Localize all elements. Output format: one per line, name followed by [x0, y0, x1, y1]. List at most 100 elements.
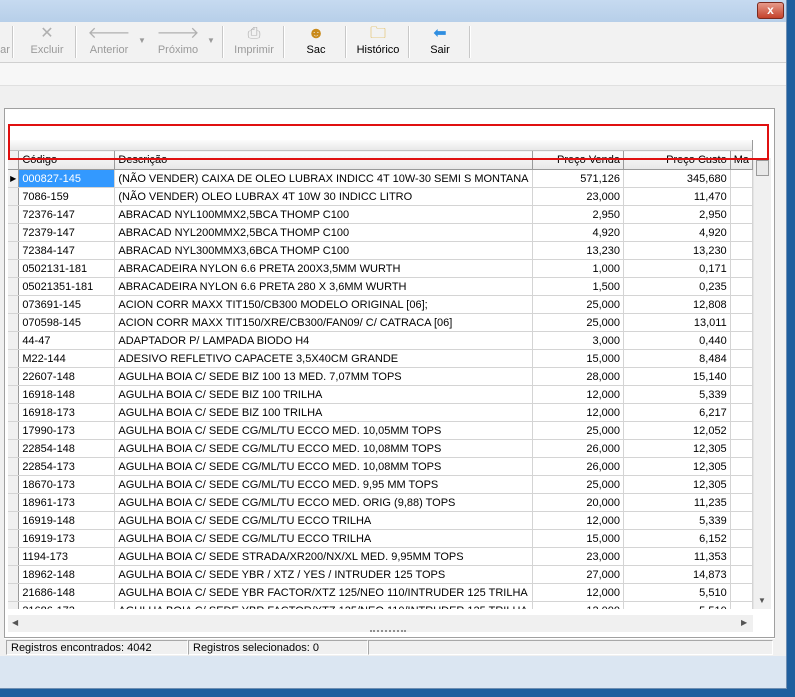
cell-codigo[interactable]: 18670-173 — [18, 475, 116, 494]
cell-preco-venda[interactable]: 26,000 — [532, 439, 625, 458]
proximo-button[interactable]: 🡒 Próximo — [152, 24, 204, 60]
cell-preco-custo[interactable]: 13,230 — [623, 241, 731, 260]
cell-descricao[interactable]: AGULHA BOIA C/ SEDE CG/ML/TU ECCO MED. O… — [114, 493, 533, 512]
cell-descricao[interactable]: AGULHA BOIA C/ SEDE BIZ 100 TRILHA — [114, 403, 533, 422]
cell-preco-venda[interactable]: 1,000 — [532, 259, 625, 278]
cell-preco-venda[interactable]: 12,000 — [532, 385, 625, 404]
table-row[interactable]: 18670-173 AGULHA BOIA C/ SEDE CG/ML/TU EC… — [8, 475, 753, 494]
cell-descricao[interactable]: ABRACADEIRA NYLON 6.6 PRETA 200X3,5MM WU… — [114, 259, 533, 278]
table-row[interactable]: ▶ 000827-145 (NÃO VENDER) CAIXA DE OLEO LU… — [8, 169, 753, 188]
cell-descricao[interactable]: AGULHA BOIA C/ SEDE CG/ML/TU ECCO MED. 1… — [114, 439, 533, 458]
cell-codigo[interactable]: 21686-148 — [18, 583, 116, 602]
cell-preco-custo[interactable]: 0,440 — [623, 331, 731, 350]
cell-descricao[interactable]: AGULHA BOIA C/ SEDE CG/ML/TU ECCO MED. 1… — [114, 457, 533, 476]
cell-descricao[interactable]: ACION CORR MAXX TIT150/XRE/CB300/FAN09/ … — [114, 313, 533, 332]
vertical-scrollbar[interactable]: ▼ — [753, 158, 771, 609]
cell-descricao[interactable]: AGULHA BOIA C/ SEDE YBR / XTZ / YES / IN… — [114, 565, 533, 584]
cell-codigo[interactable]: 0502131-181 — [18, 259, 116, 278]
imprimir-button[interactable]: ⎙ Imprimir — [230, 24, 278, 60]
cell-codigo[interactable]: 1194-173 — [18, 547, 116, 566]
cell-codigo[interactable]: 22854-148 — [18, 439, 116, 458]
cell-descricao[interactable]: (NÃO VENDER) OLEO LUBRAX 4T 10W 30 INDIC… — [114, 187, 533, 206]
cell-ma[interactable] — [730, 601, 753, 609]
cell-preco-custo[interactable]: 2,950 — [623, 205, 731, 224]
toolbar-button-partial[interactable]: ar — [0, 24, 10, 60]
cell-ma[interactable] — [730, 169, 753, 188]
cell-ma[interactable] — [730, 241, 753, 260]
table-row[interactable]: 21686-173AGULHA BOIA C/ SEDE YBR FACTOR/… — [8, 601, 753, 609]
cell-codigo[interactable]: 070598-145 — [18, 313, 116, 332]
table-row[interactable]: 72384-147 ABRACAD NYL300MMX3,6BCA THOMP C… — [8, 241, 753, 260]
cell-ma[interactable] — [730, 223, 753, 242]
cell-preco-custo[interactable]: 11,470 — [623, 187, 731, 206]
cell-preco-custo[interactable]: 12,305 — [623, 475, 731, 494]
cell-descricao[interactable]: ABRACADEIRA NYLON 6.6 PRETA 280 X 3,6MM … — [114, 277, 533, 296]
cell-preco-venda[interactable]: 1,500 — [532, 277, 625, 296]
cell-preco-custo[interactable]: 5,510 — [623, 601, 731, 609]
cell-preco-venda[interactable]: 25,000 — [532, 295, 625, 314]
cell-preco-custo[interactable]: 14,873 — [623, 565, 731, 584]
cell-preco-venda[interactable]: 15,000 — [532, 349, 625, 368]
column-header-preco-custo[interactable]: Preço Custo — [623, 150, 731, 170]
cell-preco-custo[interactable]: 345,680 — [623, 169, 731, 188]
cell-ma[interactable] — [730, 493, 753, 512]
table-row[interactable]: 0502131-181 ABRACADEIRA NYLON 6.6 PRETA 2… — [8, 259, 753, 278]
cell-descricao[interactable]: ABRACAD NYL200MMX2,5BCA THOMP C100 — [114, 223, 533, 242]
cell-preco-custo[interactable]: 6,217 — [623, 403, 731, 422]
cell-descricao[interactable]: AGULHA BOIA C/ SEDE CG/ML/TU ECCO MED. 9… — [114, 475, 533, 494]
cell-preco-venda[interactable]: 12,000 — [532, 583, 625, 602]
column-header-codigo[interactable]: Código — [18, 150, 116, 170]
cell-preco-custo[interactable]: 5,339 — [623, 511, 731, 530]
cell-descricao[interactable]: AGULHA BOIA C/ SEDE BIZ 100 13 MED. 7,07… — [114, 367, 533, 386]
cell-descricao[interactable]: AGULHA BOIA C/ SEDE STRADA/XR200/NX/XL M… — [114, 547, 533, 566]
cell-preco-custo[interactable]: 6,152 — [623, 529, 731, 548]
cell-descricao[interactable]: ABRACAD NYL300MMX3,6BCA THOMP C100 — [114, 241, 533, 260]
cell-ma[interactable] — [730, 421, 753, 440]
cell-preco-venda[interactable]: 23,000 — [532, 187, 625, 206]
cell-codigo[interactable]: M22-144 — [18, 349, 116, 368]
cell-codigo[interactable]: 21686-173 — [18, 601, 116, 609]
cell-preco-custo[interactable]: 12,808 — [623, 295, 731, 314]
cell-preco-venda[interactable]: 25,000 — [532, 475, 625, 494]
cell-codigo[interactable]: 17990-173 — [18, 421, 116, 440]
cell-descricao[interactable]: AGULHA BOIA C/ SEDE YBR FACTOR/XTZ 125/N… — [114, 601, 533, 609]
table-row[interactable]: 16919-148 AGULHA BOIA C/ SEDE CG/ML/TU EC… — [8, 511, 753, 530]
table-row[interactable]: 05021351-181 ABRACADEIRA NYLON 6.6 PRETA … — [8, 277, 753, 296]
table-row[interactable]: 1194-173 AGULHA BOIA C/ SEDE STRADA/XR200… — [8, 547, 753, 566]
cell-codigo[interactable]: 72376-147 — [18, 205, 116, 224]
cell-ma[interactable] — [730, 277, 753, 296]
cell-ma[interactable] — [730, 187, 753, 206]
cell-codigo[interactable]: 44-47 — [18, 331, 116, 350]
cell-codigo[interactable]: 073691-145 — [18, 295, 116, 314]
table-row[interactable]: M22-144 ADESIVO REFLETIVO CAPACETE 3,5X40… — [8, 349, 753, 368]
cell-preco-custo[interactable]: 11,235 — [623, 493, 731, 512]
cell-codigo[interactable]: 16918-173 — [18, 403, 116, 422]
anterior-dropdown-icon[interactable]: ▼ — [138, 36, 146, 45]
cell-ma[interactable] — [730, 259, 753, 278]
table-row[interactable]: 16918-173 AGULHA BOIA C/ SEDE BIZ 100 TRI… — [8, 403, 753, 422]
cell-ma[interactable] — [730, 331, 753, 350]
cell-preco-venda[interactable]: 12,000 — [532, 601, 625, 609]
cell-codigo[interactable]: 05021351-181 — [18, 277, 116, 296]
sac-button[interactable]: ☻ Sac — [294, 24, 338, 60]
cell-ma[interactable] — [730, 403, 753, 422]
cell-preco-venda[interactable]: 28,000 — [532, 367, 625, 386]
cell-codigo[interactable]: 16919-148 — [18, 511, 116, 530]
cell-ma[interactable] — [730, 349, 753, 368]
cell-ma[interactable] — [730, 547, 753, 566]
cell-codigo[interactable]: 22607-148 — [18, 367, 116, 386]
cell-preco-venda[interactable]: 2,950 — [532, 205, 625, 224]
table-row[interactable]: 18962-148 AGULHA BOIA C/ SEDE YBR / XTZ /… — [8, 565, 753, 584]
cell-ma[interactable] — [730, 205, 753, 224]
cell-preco-venda[interactable]: 20,000 — [532, 493, 625, 512]
cell-preco-venda[interactable]: 26,000 — [532, 457, 625, 476]
cell-preco-custo[interactable]: 13,011 — [623, 313, 731, 332]
cell-ma[interactable] — [730, 295, 753, 314]
cell-preco-custo[interactable]: 8,484 — [623, 349, 731, 368]
table-row[interactable]: 16919-173 AGULHA BOIA C/ SEDE CG/ML/TU EC… — [8, 529, 753, 548]
cell-ma[interactable] — [730, 313, 753, 332]
cell-descricao[interactable]: AGULHA BOIA C/ SEDE YBR FACTOR/XTZ 125/N… — [114, 583, 533, 602]
cell-preco-venda[interactable]: 13,230 — [532, 241, 625, 260]
scroll-right-icon[interactable]: ▶ — [741, 618, 747, 627]
cell-ma[interactable] — [730, 565, 753, 584]
